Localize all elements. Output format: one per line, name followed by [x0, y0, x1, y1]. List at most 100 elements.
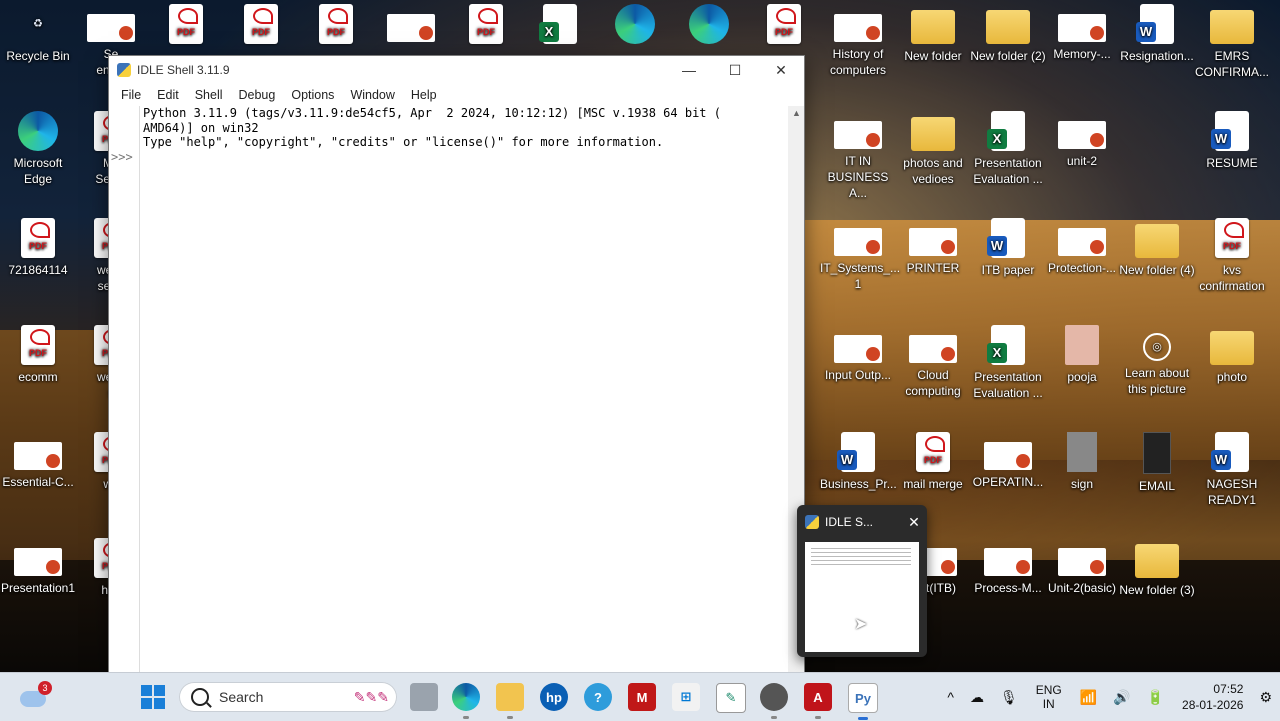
minimize-button[interactable]: —	[666, 56, 712, 84]
menu-options[interactable]: Options	[283, 88, 342, 102]
desktop-icon[interactable]: ITB paper	[970, 218, 1046, 278]
preview-close-button[interactable]: ✕	[901, 514, 927, 531]
desktop-icon[interactable]: EMRS CONFIRMA...	[1194, 4, 1270, 80]
desktop-icon[interactable]: PDF	[746, 4, 822, 48]
file-explorer-icon[interactable]	[496, 683, 524, 719]
desktop-icon[interactable]	[671, 4, 747, 48]
battery-icon[interactable]: 🔋	[1147, 689, 1164, 706]
desktop-icon[interactable]: photos and vedioes	[895, 111, 971, 187]
shell-output[interactable]: Python 3.11.9 (tags/v3.11.9:de54cf5, Apr…	[140, 106, 788, 673]
folder-icon	[911, 10, 955, 44]
desktop-icon[interactable]: photo	[1194, 325, 1270, 385]
desktop-icon[interactable]: Essential-C...	[0, 432, 76, 490]
desktop-icon[interactable]	[597, 4, 673, 48]
desktop-icon[interactable]: New folder (4)	[1119, 218, 1195, 278]
desktop-icon[interactable]: PRINTER	[895, 218, 971, 276]
desktop-icon[interactable]: New folder (3)	[1119, 538, 1195, 598]
preview-thumbnail[interactable]	[805, 542, 919, 652]
desktop-icon[interactable]: History of computers	[820, 4, 896, 78]
desktop-icon[interactable]: Cloud computing	[895, 325, 971, 399]
task-view-icon[interactable]	[410, 683, 438, 711]
mcafee-icon[interactable]: M	[628, 683, 656, 711]
menu-edit[interactable]: Edit	[149, 88, 187, 102]
notifications-icon[interactable]: ⚙	[1259, 689, 1272, 706]
prompt-gutter: >>>	[109, 106, 140, 673]
desktop-icon[interactable]: New folder	[895, 4, 971, 64]
ppt-icon	[984, 548, 1032, 576]
desktop-icon[interactable]: Presentation Evaluation ...	[970, 111, 1046, 187]
folder-icon	[1135, 544, 1179, 578]
desktop-icon[interactable]: NAGESH READY1	[1194, 432, 1270, 508]
desktop-icon[interactable]: Presentation1	[0, 538, 76, 596]
desktop-icon[interactable]: Process-M...	[970, 538, 1046, 596]
desktop-icon[interactable]: Memory-...	[1044, 4, 1120, 62]
desktop-icon[interactable]: Presentation Evaluation ...	[970, 325, 1046, 401]
wifi-icon[interactable]: 📶	[1080, 689, 1097, 706]
lang-code: ENG	[1035, 683, 1062, 697]
system-tray: ^ ☁ 🎙 ENG IN 📶 🔊 🔋 07:52 28-01-2026 ⚙	[939, 673, 1280, 721]
hp-icon[interactable]: hp	[540, 683, 568, 711]
menu-debug[interactable]: Debug	[231, 88, 284, 102]
desktop-icon[interactable]: PDF 721864114	[0, 218, 76, 278]
menu-file[interactable]: File	[113, 88, 149, 102]
maximize-button[interactable]: ☐	[712, 56, 758, 84]
desktop-icon[interactable]: Resignation...	[1119, 4, 1195, 64]
desktop-icon[interactable]	[522, 4, 598, 48]
close-button[interactable]: ✕	[758, 56, 804, 84]
help-icon[interactable]: ?	[584, 683, 612, 711]
menu-window[interactable]: Window	[342, 88, 402, 102]
desktop-icon[interactable]: Business_Pr...	[820, 432, 897, 492]
store-icon[interactable]: ⊞	[672, 683, 700, 711]
acrobat-icon[interactable]: A	[804, 683, 832, 719]
desktop-icon[interactable]: PDF	[148, 4, 224, 48]
desktop-icon[interactable]: RESUME	[1194, 111, 1270, 171]
desktop-icon[interactable]: IT IN BUSINESS A...	[820, 111, 896, 201]
ppt-icon	[909, 335, 957, 363]
edge-icon[interactable]	[452, 683, 480, 719]
desktop-icon[interactable]: Microsoft Edge	[0, 111, 76, 187]
tray-overflow-chevron-icon[interactable]: ^	[947, 689, 954, 705]
desktop-icon[interactable]	[373, 4, 449, 46]
desktop-icon[interactable]: ♻ Recycle Bin	[0, 4, 76, 64]
idle-taskbar-icon[interactable]: Py	[848, 683, 878, 720]
desktop-icon-label: kvs confirmation	[1199, 263, 1265, 293]
browser-icon[interactable]	[760, 683, 788, 719]
whiteboard-icon[interactable]: ✎	[716, 683, 746, 713]
shell-editor: >>> Python 3.11.9 (tags/v3.11.9:de54cf5,…	[109, 106, 804, 673]
desktop-icon[interactable]: PDF mail merge	[895, 432, 971, 492]
desktop-icon[interactable]: ◎ Learn about this picture	[1119, 325, 1195, 397]
folder-icon	[911, 117, 955, 151]
microphone-icon[interactable]: 🎙	[1000, 689, 1018, 706]
clock[interactable]: 07:52 28-01-2026	[1182, 681, 1243, 713]
menu-help[interactable]: Help	[403, 88, 445, 102]
desktop-icon[interactable]: sign	[1044, 432, 1120, 492]
desktop-icon[interactable]: PDF	[448, 4, 524, 48]
desktop-icon[interactable]: PDF	[223, 4, 299, 48]
window-titlebar[interactable]: IDLE Shell 3.11.9 — ☐ ✕	[109, 56, 804, 84]
idle-shell-window[interactable]: IDLE Shell 3.11.9 — ☐ ✕ File Edit Shell …	[108, 55, 805, 674]
desktop-icon[interactable]: EMAIL	[1119, 432, 1195, 494]
start-button[interactable]	[141, 685, 165, 709]
volume-icon[interactable]: 🔊	[1113, 689, 1130, 706]
scroll-up-arrow-icon[interactable]: ▲	[792, 108, 801, 118]
desktop-icon[interactable]: IT_Systems_... 1	[820, 218, 900, 292]
desktop-icon[interactable]: New folder (2)	[970, 4, 1046, 64]
desktop-icon[interactable]: pooja	[1044, 325, 1120, 385]
menu-shell[interactable]: Shell	[187, 88, 231, 102]
language-indicator[interactable]: ENG IN	[1036, 683, 1062, 711]
desktop-icon[interactable]: PDF kvs confirmation	[1194, 218, 1270, 294]
desktop-icon[interactable]: OPERATIN...	[970, 432, 1046, 490]
desktop-icon-label: Resignation...	[1120, 49, 1194, 63]
desktop-icon[interactable]: unit-2	[1044, 111, 1120, 169]
ppt-icon	[1058, 14, 1106, 42]
onedrive-icon[interactable]: ☁	[970, 689, 984, 706]
desktop-icon[interactable]: PDF	[298, 4, 374, 48]
taskbar-search[interactable]: Search ✎✎✎	[179, 682, 397, 712]
desktop-icon[interactable]: Protection-...	[1044, 218, 1120, 276]
desktop-icon[interactable]: Input Outp...	[820, 325, 896, 383]
desktop-icon[interactable]: Unit-2(basic)	[1044, 538, 1120, 596]
desktop-icon[interactable]: PDF ecomm	[0, 325, 76, 385]
weather-widget[interactable]: 3	[18, 681, 52, 711]
taskbar-window-preview[interactable]: IDLE S... ✕	[797, 505, 927, 657]
recycle-icon: ♻	[33, 18, 43, 30]
